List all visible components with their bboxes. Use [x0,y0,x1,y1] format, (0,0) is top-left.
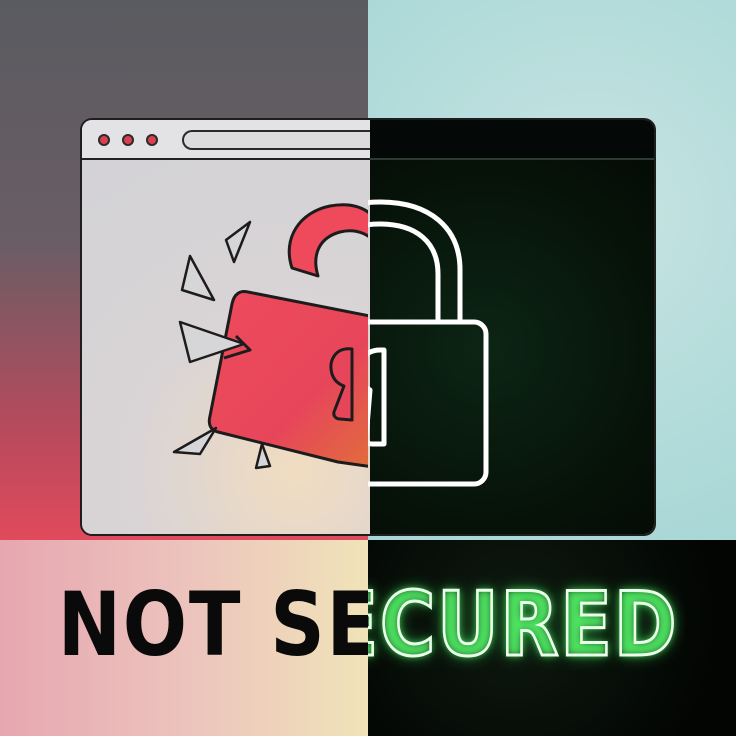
caption: NOT SECURED NOT SECURED [0,575,736,675]
broken-open-padlock-icon [172,203,368,470]
illustration: NOT SECURED NOT SECURED [0,0,736,736]
